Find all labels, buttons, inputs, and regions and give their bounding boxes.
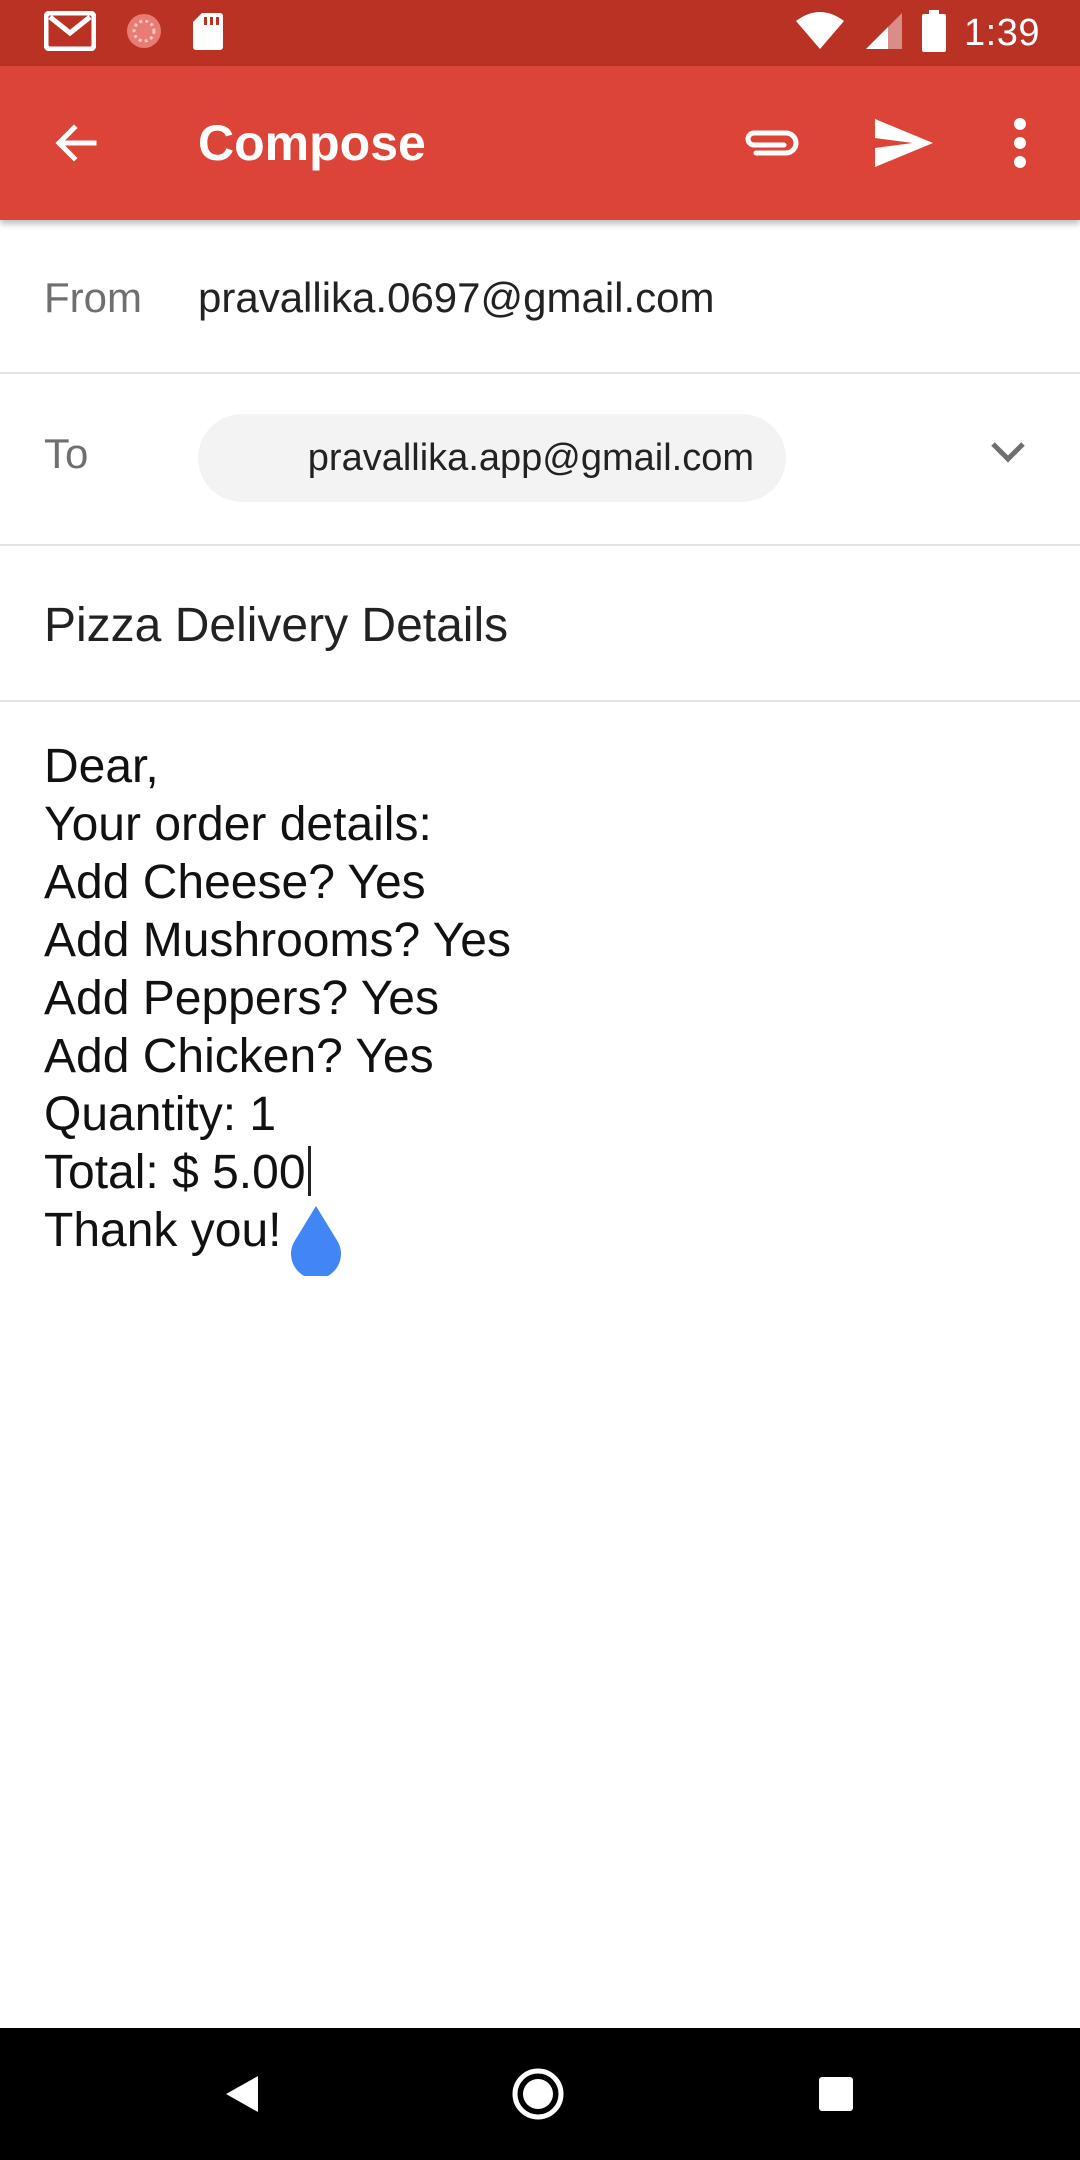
signal-icon	[864, 11, 904, 56]
chevron-down-icon[interactable]	[978, 422, 1038, 482]
to-label: To	[44, 430, 89, 477]
page-title: Compose	[198, 115, 426, 171]
text-cursor	[307, 1146, 311, 1196]
nav-recents-icon[interactable]	[800, 2058, 872, 2130]
status-bar-notifications	[43, 10, 224, 56]
sd-card-icon	[192, 11, 224, 56]
recipient-chip-label: pravallika.app@gmail.com	[307, 437, 754, 479]
gmail-icon	[43, 10, 97, 56]
more-vert-icon[interactable]	[984, 111, 1056, 175]
body-line-with-cursor: Total: $ 5.00	[44, 1144, 1034, 1202]
from-row: From pravallika.0697@gmail.com	[0, 220, 1080, 374]
body-line: Add Peppers? Yes	[44, 972, 439, 1025]
body-line: Add Chicken? Yes	[44, 1030, 434, 1083]
cursor-handle-icon[interactable]	[288, 1206, 344, 1279]
body-line: Your order details:	[44, 798, 432, 851]
body-line: Quantity: 1	[44, 1088, 277, 1141]
status-bar: 1:39	[0, 0, 1080, 66]
from-label: From	[44, 274, 142, 321]
body-line: Thank you!	[44, 1204, 282, 1257]
status-time: 1:39	[964, 11, 1040, 54]
app-bar: Compose	[0, 66, 1080, 220]
message-body[interactable]: Dear, Your order details: Add Cheese? Ye…	[44, 738, 1034, 1260]
from-account[interactable]: pravallika.0697@gmail.com	[198, 274, 715, 322]
nav-home-icon[interactable]	[502, 2058, 574, 2130]
subject-field[interactable]: Pizza Delivery Details	[44, 598, 508, 653]
nav-back-icon[interactable]	[206, 2058, 278, 2130]
send-icon[interactable]	[868, 111, 940, 175]
status-bar-system: 1:39	[794, 9, 1040, 57]
body-line: Dear,	[44, 740, 159, 793]
subject-row[interactable]: Pizza Delivery Details	[0, 546, 1080, 702]
wifi-icon	[794, 11, 846, 56]
sync-icon	[124, 11, 164, 56]
body-line: Add Mushrooms? Yes	[44, 914, 511, 967]
to-row: To pravallika.app@gmail.com	[0, 374, 1080, 546]
recipient-chip[interactable]: pravallika.app@gmail.com	[198, 414, 786, 502]
navigation-bar	[0, 2028, 1080, 2160]
battery-icon	[922, 9, 947, 57]
back-arrow-icon[interactable]	[44, 111, 108, 175]
body-line: Add Cheese? Yes	[44, 856, 426, 909]
attach-icon[interactable]	[735, 111, 807, 175]
body-line: Total: $ 5.00	[44, 1146, 306, 1199]
